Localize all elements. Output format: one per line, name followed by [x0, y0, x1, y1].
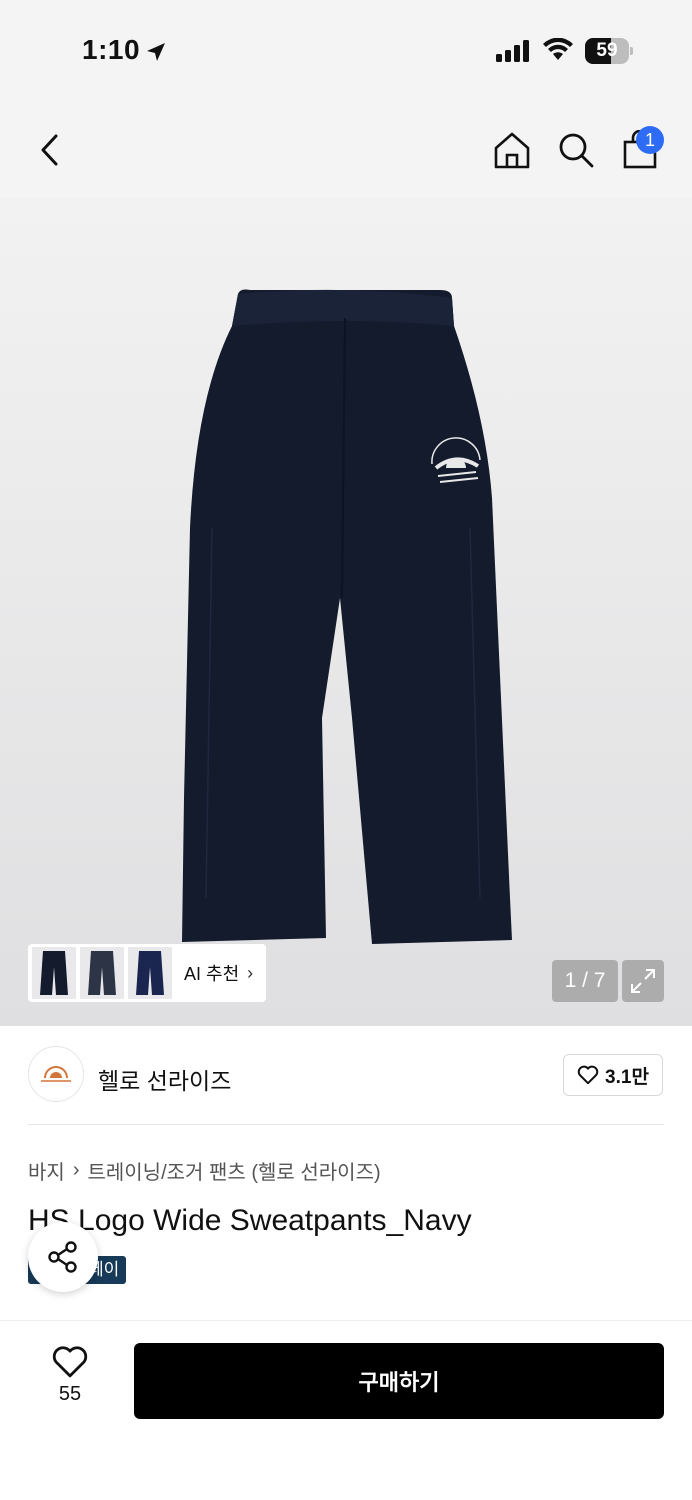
wifi-icon	[543, 38, 573, 60]
breadcrumb-subcategory[interactable]: 트레이닝/조거 팬츠 (헬로 선라이즈)	[87, 1156, 380, 1185]
thumbnail-1[interactable]	[32, 947, 76, 999]
breadcrumb-separator: ›	[72, 1159, 80, 1181]
bottom-action-bar: 55 구매하기	[0, 1320, 692, 1500]
thumbnail-3[interactable]	[128, 947, 172, 999]
product-title: HS Logo Wide Sweatpants_Navy	[28, 1204, 472, 1237]
chevron-right-icon: ›	[247, 962, 254, 983]
brand-row[interactable]: 헬로 선라이즈 3.1만	[0, 1026, 692, 1126]
brand-like-button[interactable]: 3.1만	[563, 1054, 663, 1096]
expand-icon	[631, 969, 655, 993]
breadcrumb: 바지 › 트레이닝/조거 팬츠 (헬로 선라이즈)	[28, 1156, 381, 1185]
home-icon	[494, 132, 530, 169]
brand-logo[interactable]	[28, 1046, 84, 1102]
status-time: 1:10	[82, 34, 141, 65]
divider	[28, 1124, 664, 1125]
search-icon	[559, 133, 594, 168]
battery-indicator: 59	[585, 38, 633, 64]
battery-percent: 59	[596, 40, 618, 61]
search-button[interactable]	[554, 128, 598, 172]
ai-recommend-label: AI 추천	[184, 964, 240, 984]
heart-icon	[577, 1065, 599, 1085]
top-nav-bar	[0, 100, 692, 198]
wishlist-count: 55	[58, 1383, 82, 1405]
expand-button[interactable]	[622, 960, 664, 1002]
location-arrow-icon	[147, 43, 165, 61]
back-icon	[41, 134, 58, 166]
buy-button[interactable]: 구매하기	[134, 1343, 664, 1419]
page-counter: 1 / 7	[552, 960, 618, 1002]
ai-recommend-strip[interactable]: AI 추천 ›	[28, 944, 266, 1002]
wishlist-button[interactable]: 55	[40, 1345, 100, 1415]
breadcrumb-category[interactable]: 바지	[28, 1156, 65, 1185]
signal-icon	[496, 40, 529, 62]
status-bar: 1:10 59	[0, 0, 692, 100]
product-image	[182, 289, 512, 944]
share-icon	[48, 1241, 77, 1273]
cart-count-badge: 1	[636, 126, 664, 154]
brand-like-count: 3.1만	[605, 1066, 649, 1088]
share-button[interactable]	[28, 1222, 98, 1292]
rating-peek	[36, 1312, 156, 1320]
back-button[interactable]	[30, 128, 70, 172]
brand-name[interactable]: 헬로 선라이즈	[98, 1062, 231, 1096]
heart-icon	[52, 1346, 88, 1378]
product-image-gallery[interactable]	[0, 198, 692, 1026]
home-button[interactable]	[490, 128, 534, 172]
thumbnail-2[interactable]	[80, 947, 124, 999]
